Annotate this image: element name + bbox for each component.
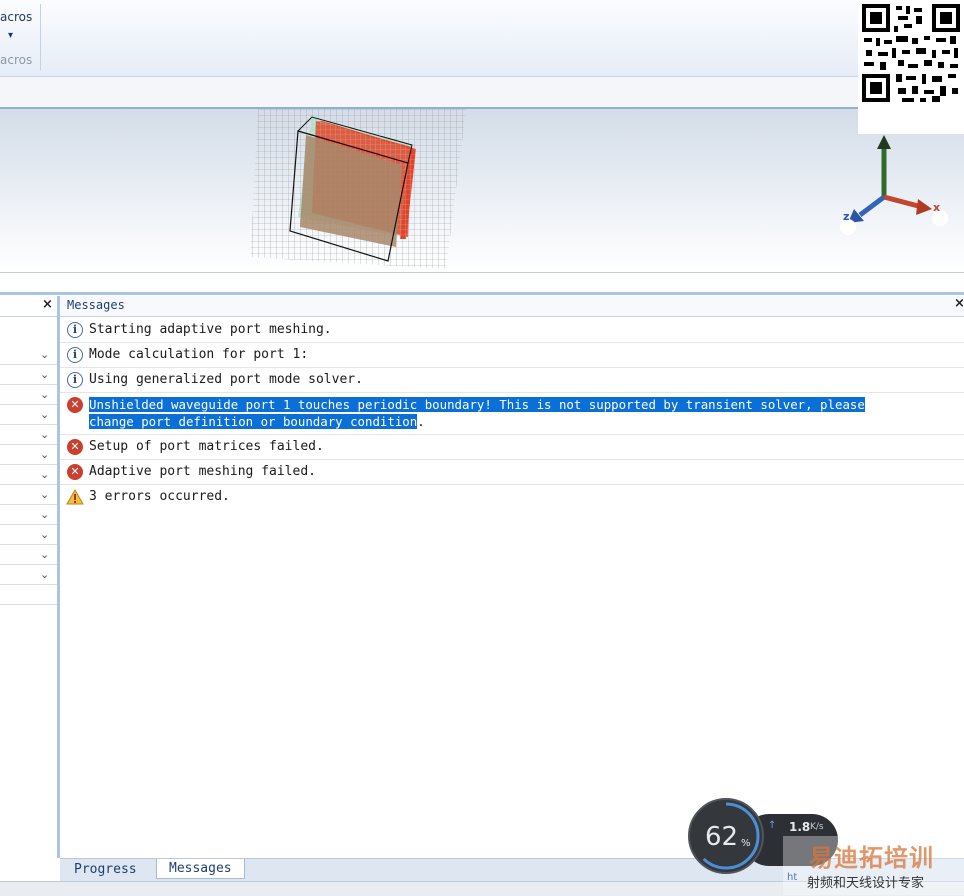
- message-text: Setup of port matrices failed.: [89, 439, 324, 454]
- tab-progress[interactable]: Progress: [62, 860, 149, 880]
- chevron-down-icon[interactable]: ⌄: [40, 505, 49, 524]
- left-panel: × ⌄ ⌄ ⌄ ⌄ ⌄ ⌄ ⌄ ⌄ ⌄ ⌄ ⌄ ⌄: [0, 296, 60, 858]
- x-axis-label: x: [933, 201, 941, 214]
- property-row[interactable]: [0, 585, 57, 605]
- chevron-down-icon[interactable]: ⌄: [40, 545, 49, 564]
- upload-rate-unit: K/s: [810, 822, 824, 832]
- message-row[interactable]: ✕ Adaptive port meshing failed.: [60, 460, 964, 485]
- info-icon: i: [67, 322, 83, 338]
- property-row[interactable]: ⌄: [0, 505, 57, 525]
- messages-panel-close-button[interactable]: ×: [954, 296, 964, 311]
- chevron-down-icon[interactable]: ⌄: [40, 525, 49, 544]
- messages-panel: Messages × i Starting adaptive port mesh…: [60, 296, 964, 858]
- watermark: 易迪拓培训 ht 射频和天线设计专家: [783, 836, 964, 895]
- watermark-subtitle: 射频和天线设计专家: [807, 876, 925, 891]
- info-icon: i: [67, 347, 83, 363]
- message-text: Unshielded waveguide port 1 touches peri…: [89, 397, 865, 412]
- property-row[interactable]: ⌄: [0, 405, 57, 425]
- document-tab-strip: [0, 77, 964, 109]
- upload-arrow-icon: ↑: [768, 820, 777, 831]
- 3d-viewport[interactable]: x z: [0, 109, 964, 273]
- model-view: [250, 109, 466, 269]
- property-row[interactable]: ⌄: [0, 565, 57, 585]
- property-row[interactable]: ⌄: [0, 545, 57, 565]
- message-text: Starting adaptive port meshing.: [89, 322, 332, 337]
- message-row[interactable]: 3 errors occurred.: [60, 485, 964, 509]
- macros-button-label[interactable]: acros: [0, 10, 32, 24]
- watermark-url: ht: [787, 872, 798, 883]
- qr-code: [858, 0, 964, 134]
- chevron-down-icon[interactable]: ⌄: [40, 365, 49, 384]
- message-row[interactable]: ✕ Setup of port matrices failed.: [60, 435, 964, 460]
- error-icon: ✕: [67, 397, 83, 413]
- property-row[interactable]: ⌄: [0, 345, 57, 365]
- ribbon-separator: [40, 4, 41, 70]
- z-axis-label: z: [843, 210, 850, 223]
- chevron-down-icon[interactable]: ⌄: [40, 565, 49, 584]
- messages-panel-title: Messages: [67, 298, 125, 312]
- left-panel-close-button[interactable]: ×: [42, 297, 53, 312]
- watermark-title: 易迪拓培训: [809, 844, 934, 872]
- warning-icon: [66, 489, 84, 505]
- chevron-down-icon[interactable]: ⌄: [40, 345, 49, 364]
- error-icon: ✕: [67, 439, 83, 455]
- message-text: Adaptive port meshing failed.: [89, 464, 316, 479]
- selected-text: change port definition or boundary condi…: [89, 414, 418, 429]
- property-row[interactable]: ⌄: [0, 525, 57, 545]
- property-row[interactable]: ⌄: [0, 465, 57, 485]
- selected-text: Unshielded waveguide port 1 touches peri…: [89, 397, 865, 412]
- upload-rate: 1.8: [789, 820, 811, 834]
- panel-splitter[interactable]: [0, 273, 964, 293]
- message-row[interactable]: i Mode calculation for port 1:: [60, 343, 964, 368]
- info-icon: i: [67, 372, 83, 388]
- chevron-down-icon[interactable]: ⌄: [40, 385, 49, 404]
- property-row[interactable]: ⌄: [0, 425, 57, 445]
- splitter-bar[interactable]: [0, 292, 964, 295]
- chevron-down-icon[interactable]: ⌄: [40, 485, 49, 504]
- axes-gizmo: [840, 135, 948, 235]
- chevron-down-icon[interactable]: ⌄: [40, 445, 49, 464]
- chevron-down-icon[interactable]: ⌄: [40, 405, 49, 424]
- message-row[interactable]: i Starting adaptive port meshing.: [60, 318, 964, 343]
- property-row[interactable]: ⌄: [0, 485, 57, 505]
- tab-messages[interactable]: Messages: [156, 859, 245, 879]
- ribbon: acros ▾ acros: [0, 0, 964, 77]
- message-row[interactable]: i Using generalized port mode solver.: [60, 368, 964, 393]
- error-icon: ✕: [67, 464, 83, 480]
- macros-dropdown-icon[interactable]: ▾: [8, 30, 13, 41]
- message-text: Mode calculation for port 1:: [89, 347, 309, 362]
- message-text-continued: change port definition or boundary condi…: [89, 414, 425, 429]
- qr-code-image: [862, 4, 960, 102]
- chevron-down-icon[interactable]: ⌄: [40, 465, 49, 484]
- property-row[interactable]: ⌄: [0, 365, 57, 385]
- left-panel-header-divider: [0, 316, 57, 317]
- gauge-percent-sign: %: [741, 838, 751, 849]
- messages-panel-header: Messages ×: [60, 296, 964, 317]
- chevron-down-icon[interactable]: ⌄: [40, 425, 49, 444]
- message-text-tail: .: [417, 414, 425, 429]
- macros-group-label: acros: [0, 53, 33, 67]
- property-row[interactable]: ⌄: [0, 445, 57, 465]
- message-row-selected[interactable]: ✕ Unshielded waveguide port 1 touches pe…: [60, 393, 964, 435]
- gauge-percent: 62: [705, 822, 739, 852]
- message-text: 3 errors occurred.: [89, 489, 230, 504]
- property-row[interactable]: ⌄: [0, 385, 57, 405]
- message-text: Using generalized port mode solver.: [89, 372, 363, 387]
